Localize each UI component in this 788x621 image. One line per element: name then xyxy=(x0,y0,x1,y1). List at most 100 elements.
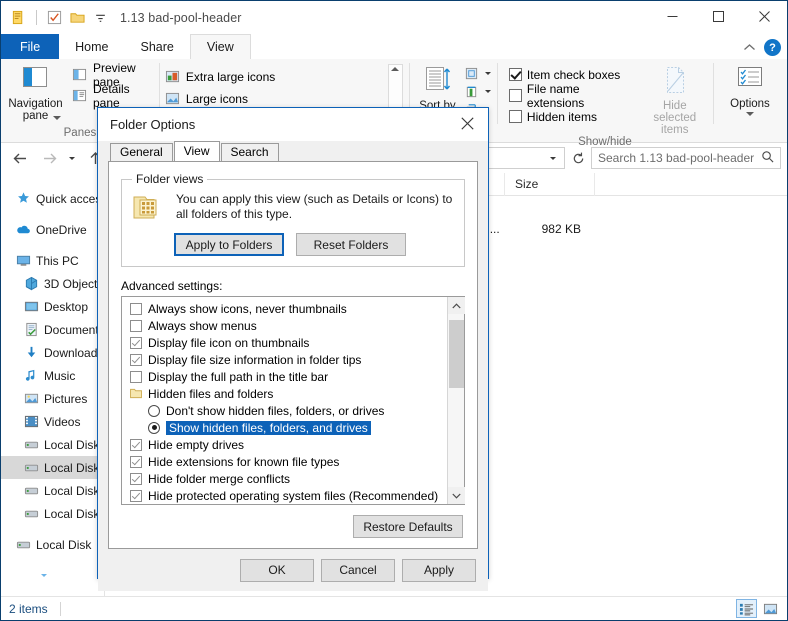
nav-item-this-pc[interactable]: This PC xyxy=(1,249,104,272)
extra-large-icons-button[interactable]: Extra large icons xyxy=(165,66,281,88)
list-item[interactable]: Display file icon on thumbnails xyxy=(122,334,447,351)
advanced-settings-scrollbar[interactable] xyxy=(447,297,465,504)
nav-gap-0 xyxy=(1,179,104,187)
nav-item-local-disk-4[interactable]: Local Disk xyxy=(1,502,104,525)
checkbox-icon[interactable] xyxy=(130,489,142,502)
nav-item-local-disk-5[interactable]: Local Disk xyxy=(1,533,104,556)
checkbox-icon[interactable] xyxy=(130,319,142,332)
nav-item-local-disk-2[interactable]: Local Disk xyxy=(1,456,104,479)
navigation-pane-chevron-down-icon[interactable] xyxy=(53,116,62,120)
nav-gap-3 xyxy=(1,525,104,533)
minimize-button[interactable] xyxy=(649,1,695,31)
cancel-button[interactable]: Cancel xyxy=(321,558,395,582)
customize-qat-icon[interactable] xyxy=(91,8,110,27)
nav-item-downloads[interactable]: Downloads xyxy=(1,341,104,364)
scroll-down-icon[interactable] xyxy=(447,487,465,504)
sort-by-button[interactable]: Sort by xyxy=(415,62,460,112)
checkbox-icon[interactable] xyxy=(130,472,142,485)
apply-to-folders-button[interactable]: Apply to Folders xyxy=(174,233,284,256)
tab-view[interactable]: View xyxy=(189,34,251,59)
list-item[interactable]: Show hidden files, folders, and drives xyxy=(122,419,447,436)
add-columns-chevron-down-icon[interactable] xyxy=(484,72,491,75)
list-item[interactable]: Display file size information in folder … xyxy=(122,351,447,368)
nav-item-pictures[interactable]: Pictures xyxy=(1,387,104,410)
hide-selected-items-button[interactable]: Hide selected items xyxy=(643,62,707,136)
nav-label-local-disk-4: Local Disk xyxy=(44,506,100,521)
list-item[interactable]: Hide protected operating system files (R… xyxy=(122,487,447,504)
close-button[interactable] xyxy=(741,1,787,31)
checkbox-icon[interactable] xyxy=(130,455,142,468)
nav-item-local-disk-3[interactable]: Local Disk xyxy=(1,479,104,502)
help-icon[interactable]: ? xyxy=(764,39,781,56)
column-header-size[interactable]: Size xyxy=(505,172,595,196)
nav-item-documents[interactable]: Documents xyxy=(1,318,104,341)
pictures-icon xyxy=(23,391,39,407)
list-item[interactable]: Always show menus xyxy=(122,317,447,334)
add-columns-button[interactable] xyxy=(464,65,491,82)
apply-button[interactable]: Apply xyxy=(402,558,476,582)
options-chevron-down-icon[interactable] xyxy=(746,112,754,116)
options-button[interactable]: Options xyxy=(719,62,781,116)
reset-folders-button[interactable]: Reset Folders xyxy=(296,233,406,256)
list-item-label: Hide empty drives xyxy=(148,437,245,452)
forward-button[interactable] xyxy=(36,146,62,170)
list-item[interactable]: Hide empty drives xyxy=(122,436,447,453)
maximize-button[interactable] xyxy=(695,1,741,31)
dialog-tab-general[interactable]: General xyxy=(110,143,173,161)
radio-icon[interactable] xyxy=(148,421,160,434)
size-all-columns-button[interactable] xyxy=(464,83,491,100)
ok-button[interactable]: OK xyxy=(240,558,314,582)
nav-item-onedrive[interactable]: OneDrive xyxy=(1,218,104,241)
properties-icon[interactable] xyxy=(9,8,28,27)
folder-icon[interactable] xyxy=(68,8,87,27)
gallery-scroll-up-icon[interactable] xyxy=(391,67,400,71)
checkbox-icon[interactable] xyxy=(130,336,142,349)
list-item[interactable]: Always show icons, never thumbnails xyxy=(122,300,447,317)
details-pane-button[interactable]: Details pane xyxy=(72,82,153,110)
back-button[interactable] xyxy=(7,146,33,170)
checkbox-icon[interactable] xyxy=(130,438,142,451)
dialog-title-bar: Folder Options xyxy=(98,108,488,141)
search-input[interactable]: Search 1.13 bad-pool-header xyxy=(591,147,781,169)
nav-item-music[interactable]: Music xyxy=(1,364,104,387)
details-view-button[interactable] xyxy=(736,599,757,618)
scrollbar-thumb[interactable] xyxy=(448,320,464,388)
scroll-up-icon[interactable] xyxy=(447,297,465,314)
tab-home[interactable]: Home xyxy=(59,34,125,59)
address-chevron-down-icon[interactable] xyxy=(550,156,556,160)
nav-item-videos[interactable]: Videos xyxy=(1,410,104,433)
nav-item-local-disk-1[interactable]: Local Disk xyxy=(1,433,104,456)
list-item-label: Don't show hidden files, folders, or dri… xyxy=(166,403,385,418)
dialog-tabs: General View Search xyxy=(98,141,488,161)
nav-label-desktop: Desktop xyxy=(44,299,89,314)
scrollbar-track[interactable] xyxy=(448,314,465,487)
list-item-label: Display file size information in folder … xyxy=(148,352,362,367)
list-item[interactable]: Don't show hidden files, folders, or dri… xyxy=(122,402,447,419)
tab-file[interactable]: File xyxy=(1,34,60,59)
new-folder-icon[interactable] xyxy=(45,8,64,27)
recent-locations-button[interactable] xyxy=(65,146,79,170)
list-item[interactable]: Hide extensions for known file types xyxy=(122,453,447,470)
hidden-items-checkbox[interactable]: Hidden items xyxy=(508,107,627,126)
restore-defaults-button[interactable]: Restore Defaults xyxy=(353,515,463,538)
nav-item-quick-access[interactable]: Quick access xyxy=(1,187,104,210)
navigation-pane-button[interactable]: Navigation pane xyxy=(7,62,64,122)
radio-icon[interactable] xyxy=(148,404,160,417)
checkbox-icon[interactable] xyxy=(130,302,142,315)
checkbox-icon[interactable] xyxy=(130,353,142,366)
large-icons-view-button[interactable] xyxy=(760,599,781,618)
checkbox-icon[interactable] xyxy=(130,370,142,383)
nav-expand-chevron[interactable] xyxy=(1,564,104,587)
size-all-columns-chevron-down-icon[interactable] xyxy=(484,90,491,93)
dialog-close-button[interactable] xyxy=(446,108,488,138)
list-item-hidden-files-group[interactable]: Hidden files and folders xyxy=(122,385,447,402)
tab-share[interactable]: Share xyxy=(124,34,190,59)
list-item[interactable]: Display the full path in the title bar xyxy=(122,368,447,385)
file-name-extensions-checkbox[interactable]: File name extensions xyxy=(508,82,627,110)
dialog-tab-view[interactable]: View xyxy=(173,141,220,161)
list-item[interactable]: Hide folder merge conflicts xyxy=(122,470,447,487)
dialog-tab-search[interactable]: Search xyxy=(220,143,279,161)
nav-item-desktop[interactable]: Desktop xyxy=(1,295,104,318)
collapse-ribbon-icon[interactable] xyxy=(743,41,756,55)
nav-item-3d-objects[interactable]: 3D Objects xyxy=(1,272,104,295)
